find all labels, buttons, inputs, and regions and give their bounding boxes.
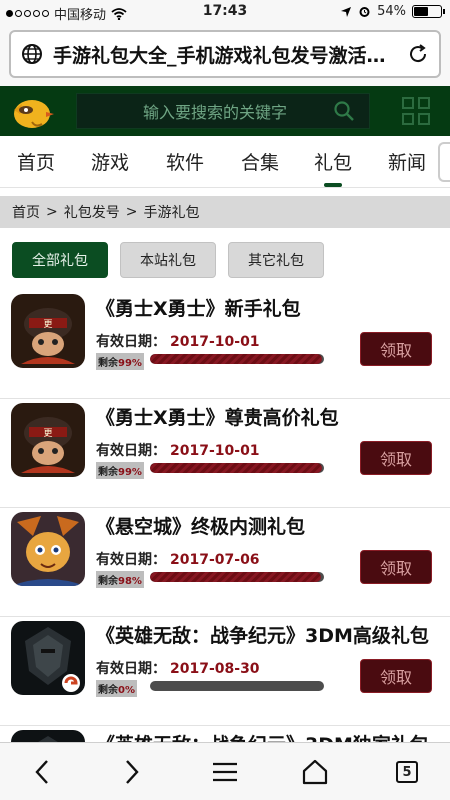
gift-date: 有效日期： 2017-10-01 [96, 331, 260, 351]
remain-label: 剩余 [98, 685, 118, 696]
svg-text:更: 更 [43, 319, 52, 330]
battery-percent: 54% [377, 4, 406, 19]
status-bar: 中国移动 17:43 54% [0, 0, 450, 24]
breadcrumb-separator: > [46, 204, 58, 220]
browser-toolbar: 5 [0, 742, 450, 800]
breadcrumb-home[interactable]: 首页 [12, 202, 40, 222]
remain-percent: 99% [118, 358, 142, 369]
site-header: 输入要搜索的关键字 [0, 86, 450, 136]
gift-name[interactable]: 《勇士X勇士》尊贵高价礼包 [96, 403, 339, 430]
date-label: 有效日期： [96, 334, 166, 350]
filter-site-button[interactable]: 本站礼包 [120, 242, 216, 278]
reload-icon[interactable] [407, 43, 429, 65]
page-title: 手游礼包大全_手机游戏礼包发号激活码_3DM手游 [53, 44, 399, 67]
breadcrumb: 首页 > 礼包发号 > 手游礼包 [0, 196, 450, 228]
remain-label: 剩余 [98, 576, 118, 587]
warrior-game-icon[interactable]: 更 [11, 294, 85, 368]
gift-list-item[interactable]: 《英雄无敌：战争纪元》3DM高级礼包 有效日期： 2017-08-30 剩余0% … [0, 617, 450, 726]
remain-percent: 98% [118, 576, 142, 587]
date-value: 2017-08-30 [170, 661, 260, 677]
search-icon[interactable] [333, 100, 355, 122]
gift-date: 有效日期： 2017-10-01 [96, 440, 260, 460]
remain-progress-bar [150, 572, 324, 582]
gift-date: 有效日期： 2017-07-06 [96, 549, 260, 569]
remain-label: 剩余 [98, 358, 118, 369]
battery-icon [412, 5, 445, 18]
gift-filters: 全部礼包 本站礼包 其它礼包 [12, 242, 324, 278]
tab-news[interactable]: 新闻 [388, 148, 426, 175]
filter-other-button[interactable]: 其它礼包 [228, 242, 324, 278]
date-value: 2017-10-01 [170, 334, 260, 350]
remain-percent: 99% [118, 467, 142, 478]
gift-list-item[interactable]: 《悬空城》终极内测礼包 有效日期： 2017-07-06 剩余98% 领取 [0, 508, 450, 617]
browser-address-area: 手游礼包大全_手机游戏礼包发号激活码_3DM手游 [0, 24, 450, 86]
svg-text:更: 更 [43, 428, 52, 439]
remain-progress-fill [150, 463, 323, 473]
warrior-game-icon[interactable]: 更 [11, 403, 85, 477]
remain-badge: 剩余0% [96, 680, 137, 697]
claim-button[interactable]: 领取 [360, 441, 432, 475]
remain-label: 剩余 [98, 467, 118, 478]
address-bar[interactable]: 手游礼包大全_手机游戏礼包发号激活码_3DM手游 [9, 30, 441, 78]
date-label: 有效日期： [96, 443, 166, 459]
remain-badge: 剩余99% [96, 353, 144, 370]
date-value: 2017-10-01 [170, 443, 260, 459]
gift-name[interactable]: 《勇士X勇士》新手礼包 [96, 294, 301, 321]
claim-button[interactable]: 领取 [360, 550, 432, 584]
tab-home[interactable]: 首页 [17, 148, 55, 175]
remain-badge: 剩余98% [96, 571, 144, 588]
remain-progress-fill [150, 572, 321, 582]
tabs-scroll-edge [438, 142, 450, 182]
date-label: 有效日期： [96, 552, 166, 568]
breadcrumb-gift-codes[interactable]: 礼包发号 [64, 202, 120, 222]
gift-list: 更 《勇士X勇士》新手礼包 有效日期： 2017-10-01 剩余99% 领取 更… [0, 290, 450, 800]
gift-list-item[interactable]: 更 《勇士X勇士》尊贵高价礼包 有效日期： 2017-10-01 剩余99% 领取 [0, 399, 450, 508]
gift-name[interactable]: 《英雄无敌：战争纪元》3DM高级礼包 [96, 621, 429, 648]
remain-progress-bar [150, 463, 324, 473]
heroes-game-icon[interactable] [11, 621, 85, 695]
filter-all-button[interactable]: 全部礼包 [12, 242, 108, 278]
breadcrumb-mobile-gifts[interactable]: 手游礼包 [143, 202, 199, 222]
globe-icon [22, 44, 42, 64]
remain-percent: 0% [118, 685, 135, 696]
remain-progress-bar [150, 354, 324, 364]
tab-software[interactable]: 软件 [166, 148, 204, 175]
status-right: 54% [340, 4, 445, 19]
gift-list-item[interactable]: 更 《勇士X勇士》新手礼包 有效日期： 2017-10-01 剩余99% 领取 [0, 290, 450, 399]
remain-badge: 剩余99% [96, 462, 144, 479]
tab-collections[interactable]: 合集 [241, 148, 279, 175]
gift-date: 有效日期： 2017-08-30 [96, 658, 260, 678]
remain-progress-bar [150, 681, 324, 691]
breadcrumb-separator: > [125, 204, 138, 220]
menu-grid-icon[interactable] [402, 97, 430, 125]
tab-games[interactable]: 游戏 [91, 148, 129, 175]
menu-lines-icon[interactable] [210, 757, 240, 787]
tab-gifts[interactable]: 礼包 [314, 148, 352, 187]
home-icon[interactable] [300, 757, 330, 787]
alarm-clock-icon [359, 7, 370, 17]
remain-progress-fill [150, 354, 323, 364]
search-input[interactable]: 输入要搜索的关键字 [77, 99, 333, 123]
date-value: 2017-07-06 [170, 552, 260, 568]
sky-city-game-icon[interactable] [11, 512, 85, 586]
gift-name[interactable]: 《悬空城》终极内测礼包 [96, 512, 305, 539]
search-bar[interactable]: 输入要搜索的关键字 [76, 93, 370, 129]
date-label: 有效日期： [96, 661, 166, 677]
claim-button[interactable]: 领取 [360, 332, 432, 366]
battery-fill [414, 7, 429, 16]
site-logo-bird-icon[interactable] [10, 92, 56, 132]
location-arrow-icon [341, 6, 352, 17]
nav-tabs: 首页 游戏 软件 合集 礼包 新闻 [0, 136, 450, 188]
claim-button[interactable]: 领取 [360, 659, 432, 693]
forward-arrow-icon[interactable] [116, 757, 146, 787]
tab-count-button[interactable]: 5 [396, 761, 418, 783]
back-arrow-icon[interactable] [28, 757, 58, 787]
